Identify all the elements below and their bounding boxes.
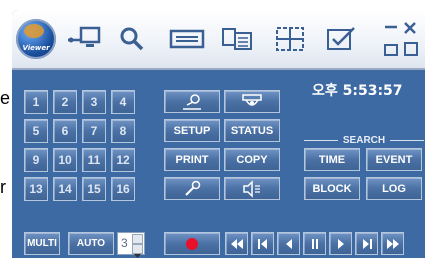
edit-check-icon[interactable] xyxy=(322,22,362,56)
search-log-button[interactable]: LOG xyxy=(366,177,422,200)
auto-sequence-button[interactable]: AUTO xyxy=(68,232,114,255)
fast-forward-icon xyxy=(386,238,399,249)
network-connect-icon[interactable] xyxy=(64,22,104,56)
channel-12-button[interactable]: 12 xyxy=(111,148,135,172)
toolbar: Viewer xyxy=(12,10,425,70)
audio-button[interactable] xyxy=(224,177,280,200)
spin-down-icon[interactable] xyxy=(132,244,143,258)
logo-label: Viewer xyxy=(22,44,50,52)
screen-grid-icon[interactable] xyxy=(270,22,310,56)
search-label: SEARCH xyxy=(342,134,386,146)
auto-interval-stepper[interactable]: 3 xyxy=(117,232,145,258)
file-export-icon[interactable] xyxy=(218,22,258,56)
play-reverse-button[interactable] xyxy=(277,232,300,255)
multi-view-button[interactable]: MULTI xyxy=(24,232,60,255)
viewer-logo-icon[interactable]: Viewer xyxy=(16,19,56,59)
channel-2-button[interactable]: 2 xyxy=(53,90,77,114)
channel-8-button[interactable]: 8 xyxy=(111,119,135,143)
viewer-window: Viewer 오후 5:53:57 1 2 3 4 5 6 7 8 9 10 1… xyxy=(12,10,425,258)
dome-camera-icon xyxy=(242,93,262,106)
channel-10-button[interactable]: 10 xyxy=(53,148,77,172)
channel-16-button[interactable]: 16 xyxy=(111,177,135,201)
channel-7-button[interactable]: 7 xyxy=(82,119,106,143)
record-icon xyxy=(186,237,198,250)
channel-4-button[interactable]: 4 xyxy=(111,90,135,114)
fast-rewind-button[interactable] xyxy=(225,232,248,255)
search-block-button[interactable]: BLOCK xyxy=(304,177,360,200)
clock-display: 오후 5:53:57 xyxy=(312,83,403,99)
tools-button[interactable] xyxy=(164,177,220,200)
channel-6-button[interactable]: 6 xyxy=(53,119,77,143)
window-controls-icon[interactable] xyxy=(378,22,425,56)
step-forward-button[interactable] xyxy=(355,232,378,255)
camera-button[interactable] xyxy=(224,90,280,113)
user-key-icon xyxy=(183,93,201,110)
record-button[interactable] xyxy=(164,232,220,255)
play-reverse-icon xyxy=(285,238,292,249)
channel-15-button[interactable]: 15 xyxy=(82,177,106,201)
channel-13-button[interactable]: 13 xyxy=(24,177,48,201)
pause-button[interactable] xyxy=(303,232,326,255)
channel-3-button[interactable]: 3 xyxy=(82,90,106,114)
step-back-icon xyxy=(257,238,267,249)
search-icon[interactable] xyxy=(116,22,148,56)
status-button[interactable]: STATUS xyxy=(224,119,280,142)
copy-button[interactable]: COPY xyxy=(224,148,280,171)
channel-1-button[interactable]: 1 xyxy=(24,90,48,114)
step-back-button[interactable] xyxy=(251,232,274,255)
search-event-button[interactable]: EVENT xyxy=(366,148,422,171)
user-logon-button[interactable] xyxy=(164,90,220,113)
print-button[interactable]: PRINT xyxy=(164,148,220,171)
setup-button[interactable]: SETUP xyxy=(164,119,220,142)
channel-9-button[interactable]: 9 xyxy=(24,148,48,172)
channel-5-button[interactable]: 5 xyxy=(24,119,48,143)
auto-interval-value: 3 xyxy=(121,236,128,250)
play-icon xyxy=(337,238,344,249)
fast-forward-button[interactable] xyxy=(381,232,404,255)
search-time-button[interactable]: TIME xyxy=(304,148,360,171)
channel-14-button[interactable]: 14 xyxy=(53,177,77,201)
dvr-device-icon[interactable] xyxy=(167,22,207,56)
pause-icon xyxy=(311,238,318,249)
edge-text-e: e xyxy=(0,88,11,108)
play-button[interactable] xyxy=(329,232,352,255)
channel-11-button[interactable]: 11 xyxy=(82,148,106,172)
fast-rewind-icon xyxy=(230,238,243,249)
spin-up-icon[interactable] xyxy=(132,234,143,248)
speaker-icon xyxy=(243,179,260,198)
wrench-icon xyxy=(185,180,201,196)
step-forward-icon xyxy=(362,238,372,249)
edge-text-r: r xyxy=(0,177,6,197)
search-section-header: SEARCH xyxy=(304,132,425,148)
